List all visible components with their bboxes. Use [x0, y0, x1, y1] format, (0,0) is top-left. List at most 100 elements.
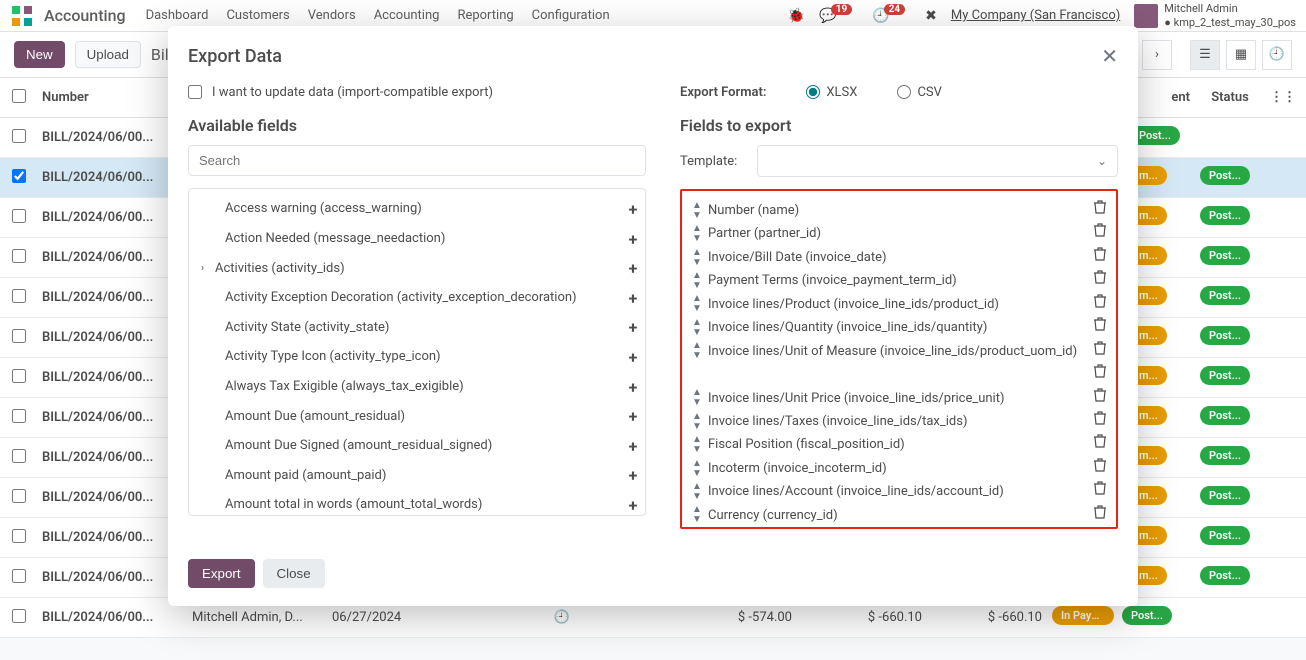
export-field-label: Invoice lines/Taxes (invoice_line_ids/ta…: [706, 411, 1086, 432]
drag-handle-icon[interactable]: ▲▼: [692, 388, 706, 408]
available-fields-list[interactable]: Access warning (access_warning) + Action…: [188, 188, 646, 516]
remove-field-icon[interactable]: [1086, 223, 1106, 244]
available-field-item[interactable]: Activity State (activity_state) +: [201, 313, 643, 343]
remove-field-icon[interactable]: [1086, 411, 1106, 432]
drag-handle-icon[interactable]: ▲▼: [692, 224, 706, 244]
field-label: Always Tax Exigible (always_tax_exigible…: [221, 377, 623, 398]
add-field-icon[interactable]: +: [623, 197, 643, 223]
update-check-line: I want to update data (import-compatible…: [188, 82, 646, 102]
export-field-item[interactable]: ▲▼ Invoice lines/Taxes (invoice_line_ids…: [688, 410, 1110, 433]
export-button[interactable]: Export: [188, 559, 255, 588]
field-label: Amount total in words (amount_total_word…: [221, 495, 623, 516]
remove-field-icon[interactable]: [1086, 434, 1106, 455]
drag-handle-icon[interactable]: ▲▼: [692, 248, 706, 268]
drag-handle-icon[interactable]: ▲▼: [692, 271, 706, 291]
export-field-label: Payment Terms (invoice_payment_term_id): [706, 270, 1086, 291]
update-checkbox[interactable]: [188, 85, 202, 99]
left-column: I want to update data (import-compatible…: [188, 82, 646, 529]
export-field-item[interactable]: [688, 363, 1110, 386]
export-field-item[interactable]: ▲▼ Currency (currency_id): [688, 504, 1110, 527]
close-icon[interactable]: ✕: [1101, 44, 1118, 68]
remove-field-icon[interactable]: [1086, 247, 1106, 268]
export-field-item[interactable]: ▲▼ Incoterm (invoice_incoterm_id): [688, 457, 1110, 480]
remove-field-icon[interactable]: [1086, 364, 1106, 385]
chevron-down-icon: ⌄: [1097, 154, 1107, 168]
available-field-item[interactable]: › Activities (activity_ids) +: [201, 254, 643, 284]
remove-field-icon[interactable]: [1086, 270, 1106, 291]
template-label: Template:: [680, 154, 737, 169]
export-field-item[interactable]: ▲▼ Invoice lines/Product (invoice_line_i…: [688, 293, 1110, 316]
add-field-icon[interactable]: +: [623, 256, 643, 282]
export-field-item[interactable]: ▲▼ Fiscal Position (fiscal_position_id): [688, 433, 1110, 456]
export-field-label: Number (name): [706, 200, 1086, 221]
update-label: I want to update data (import-compatible…: [212, 85, 493, 100]
add-field-icon[interactable]: +: [623, 375, 643, 401]
drag-handle-icon[interactable]: ▲▼: [692, 412, 706, 432]
field-label: Activities (activity_ids): [211, 259, 623, 280]
export-field-label: Invoice/Bill Date (invoice_date): [706, 247, 1086, 268]
export-modal: Export Data ✕ I want to update data (imp…: [168, 26, 1138, 606]
field-label: Activity State (activity_state): [221, 318, 623, 339]
close-button[interactable]: Close: [263, 559, 325, 588]
template-select[interactable]: ⌄: [757, 145, 1118, 177]
available-field-item[interactable]: Activity Exception Decoration (activity_…: [201, 284, 643, 314]
export-field-item[interactable]: ▲▼ Invoice lines/Unit Price (invoice_lin…: [688, 387, 1110, 410]
remove-field-icon[interactable]: [1086, 341, 1106, 362]
drag-handle-icon[interactable]: ▲▼: [692, 318, 706, 338]
available-field-item[interactable]: Action Needed (message_needaction) +: [201, 225, 643, 255]
field-label: Amount paid (amount_paid): [221, 466, 623, 487]
export-field-item[interactable]: ▲▼ Invoice lines/Unit of Measure (invoic…: [688, 340, 1110, 363]
drag-handle-icon[interactable]: ▲▼: [692, 341, 706, 361]
available-field-item[interactable]: Amount paid (amount_paid) +: [201, 461, 643, 491]
remove-field-icon[interactable]: [1086, 317, 1106, 338]
add-field-icon[interactable]: +: [623, 315, 643, 341]
export-field-item[interactable]: ▲▼ Invoice lines/Account (invoice_line_i…: [688, 480, 1110, 503]
export-field-item[interactable]: ▲▼ Partner (partner_id): [688, 222, 1110, 245]
export-field-label: Invoice lines/Unit of Measure (invoice_l…: [706, 341, 1086, 362]
search-input[interactable]: [188, 145, 646, 176]
available-field-item[interactable]: Activity Type Icon (activity_type_icon) …: [201, 343, 643, 373]
add-field-icon[interactable]: +: [623, 345, 643, 371]
available-fields-title: Available fields: [188, 116, 646, 135]
export-field-item[interactable]: ▲▼ Invoice/Bill Date (invoice_date): [688, 246, 1110, 269]
available-field-item[interactable]: Amount total in words (amount_total_word…: [201, 491, 643, 516]
modal-title: Export Data: [188, 46, 282, 67]
export-field-item[interactable]: ▲▼ Payment Terms (invoice_payment_term_i…: [688, 269, 1110, 292]
modal-body: I want to update data (import-compatible…: [168, 82, 1138, 545]
right-column: Export Format: XLSX CSV Fields to export…: [680, 82, 1118, 529]
drag-handle-icon[interactable]: ▲▼: [692, 505, 706, 525]
export-field-label: Partner (partner_id): [706, 223, 1086, 244]
add-field-icon[interactable]: +: [623, 434, 643, 460]
export-field-label: Invoice lines/Quantity (invoice_line_ids…: [706, 317, 1086, 338]
remove-field-icon[interactable]: [1086, 458, 1106, 479]
remove-field-icon[interactable]: [1086, 294, 1106, 315]
export-field-item[interactable]: ▲▼ Number (name): [688, 199, 1110, 222]
fields-to-export-list[interactable]: ▲▼ Number (name) ▲▼ Partner (partner_id)…: [680, 189, 1118, 529]
drag-handle-icon[interactable]: ▲▼: [692, 294, 706, 314]
export-field-item[interactable]: ▲▼ Invoice lines/Quantity (invoice_line_…: [688, 316, 1110, 339]
export-field-label: Fiscal Position (fiscal_position_id): [706, 434, 1086, 455]
available-field-item[interactable]: Amount Due (amount_residual) +: [201, 402, 643, 432]
drag-handle-icon[interactable]: ▲▼: [692, 482, 706, 502]
add-field-icon[interactable]: +: [623, 463, 643, 489]
drag-handle-icon[interactable]: ▲▼: [692, 435, 706, 455]
fields-to-export-title: Fields to export: [680, 116, 1118, 135]
remove-field-icon[interactable]: [1086, 200, 1106, 221]
available-field-item[interactable]: Access warning (access_warning) +: [201, 195, 643, 225]
add-field-icon[interactable]: +: [623, 493, 643, 516]
drag-handle-icon[interactable]: ▲▼: [692, 459, 706, 479]
available-field-item[interactable]: Always Tax Exigible (always_tax_exigible…: [201, 373, 643, 403]
template-line: Template: ⌄: [680, 145, 1118, 177]
add-field-icon[interactable]: +: [623, 227, 643, 253]
remove-field-icon[interactable]: [1086, 481, 1106, 502]
xlsx-radio[interactable]: XLSX: [806, 85, 857, 100]
add-field-icon[interactable]: +: [623, 404, 643, 430]
remove-field-icon[interactable]: [1086, 388, 1106, 409]
available-field-item[interactable]: Amount Due Signed (amount_residual_signe…: [201, 432, 643, 462]
csv-radio[interactable]: CSV: [897, 85, 941, 100]
add-field-icon[interactable]: +: [623, 286, 643, 312]
expand-caret-icon[interactable]: ›: [201, 261, 211, 277]
remove-field-icon[interactable]: [1086, 505, 1106, 526]
export-field-label: Currency (currency_id): [706, 505, 1086, 526]
drag-handle-icon[interactable]: ▲▼: [692, 201, 706, 221]
